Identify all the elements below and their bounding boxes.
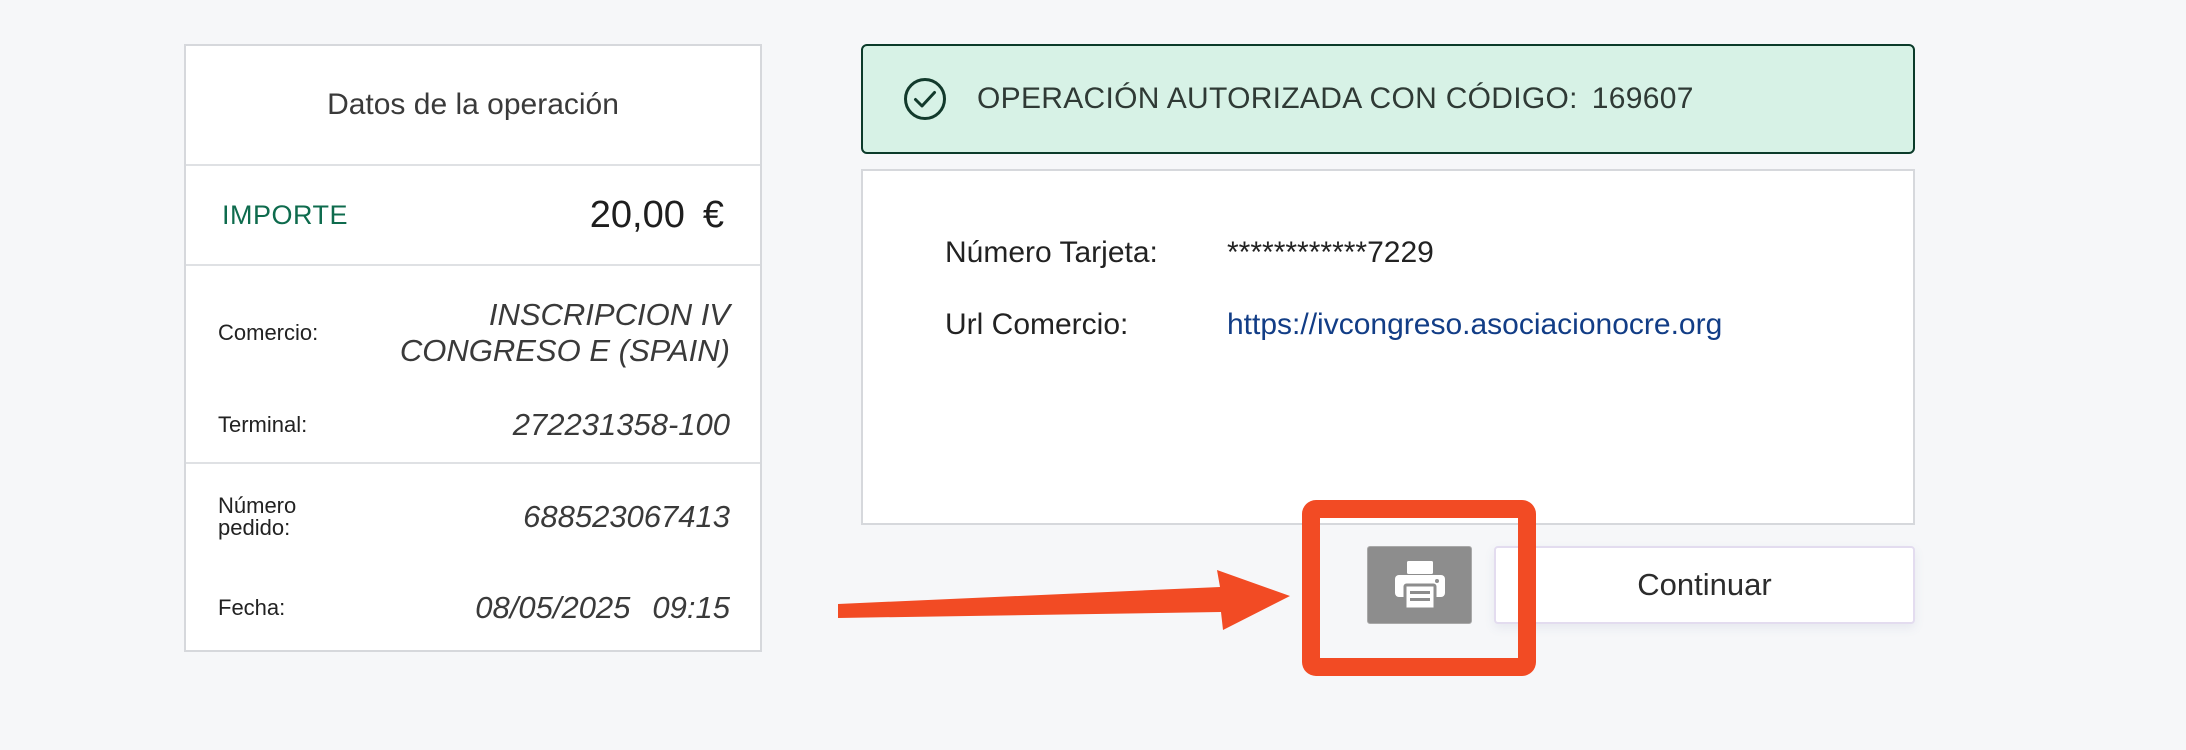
fecha-value: 08/05/2025 09:15 <box>475 590 730 626</box>
fecha-date: 08/05/2025 <box>475 590 631 625</box>
card-number-value: ************7229 <box>1227 236 1434 269</box>
terminal-row: Terminal: 272231358-100 <box>218 388 730 462</box>
pedido-value: 688523067413 <box>523 499 730 534</box>
fecha-time: 09:15 <box>652 590 730 625</box>
payment-details-panel: Número Tarjeta: ************7229 Url Com… <box>861 169 1915 525</box>
amount-value: 20,00 € <box>590 194 724 237</box>
pedido-label-line2: pedido: <box>218 515 291 540</box>
terminal-label: Terminal: <box>218 412 308 437</box>
check-circle-icon <box>904 78 946 120</box>
amount-number: 20,00 <box>589 193 685 236</box>
order-group: Número pedido: 688523067413 Fecha: 08/05… <box>186 464 760 646</box>
pedido-row: Número pedido: 688523067413 <box>218 464 730 570</box>
pedido-label: Número pedido: <box>218 495 348 539</box>
continue-button[interactable]: Continuar <box>1494 546 1915 624</box>
merchant-url-label: Url Comercio: <box>945 308 1129 341</box>
merchant-group: Comercio: INSCRIPCION IV CONGRESO E (SPA… <box>186 266 760 464</box>
authorization-message: OPERACIÓN AUTORIZADA CON CÓDIGO: <box>977 82 1578 115</box>
authorization-banner: OPERACIÓN AUTORIZADA CON CÓDIGO: 169607 <box>861 44 1915 154</box>
arrow-annotation <box>838 570 1290 630</box>
operation-summary-card: Datos de la operación IMPORTE 20,00 € Co… <box>184 44 762 652</box>
authorization-code: 169607 <box>1591 82 1694 115</box>
amount-label: IMPORTE <box>222 199 349 230</box>
summary-title: Datos de la operación <box>186 46 760 166</box>
comercio-value-line1: INSCRIPCION IV <box>488 297 730 332</box>
merchant-url-link[interactable]: https://ivcongreso.asociacionocre.org <box>1227 308 1722 342</box>
print-button[interactable] <box>1367 546 1472 624</box>
authorization-text: OPERACIÓN AUTORIZADA CON CÓDIGO: 169607 <box>977 82 1694 116</box>
currency-symbol: € <box>702 193 724 236</box>
merchant-url-row: Url Comercio: https://ivcongreso.asociac… <box>863 289 1913 361</box>
comercio-label: Comercio: <box>218 320 319 345</box>
card-number-row: Número Tarjeta: ************7229 <box>863 217 1913 289</box>
fecha-row: Fecha: 08/05/2025 09:15 <box>218 570 730 646</box>
card-number-label: Número Tarjeta: <box>945 236 1158 269</box>
comercio-value: INSCRIPCION IV CONGRESO E (SPAIN) <box>400 297 730 369</box>
terminal-value: 272231358-100 <box>512 407 730 442</box>
fecha-label: Fecha: <box>218 595 286 620</box>
comercio-value-line2: CONGRESO E (SPAIN) <box>399 333 730 368</box>
printer-icon <box>1394 561 1445 611</box>
comercio-row: Comercio: INSCRIPCION IV CONGRESO E (SPA… <box>218 266 730 388</box>
amount-row: IMPORTE 20,00 € <box>186 166 760 266</box>
